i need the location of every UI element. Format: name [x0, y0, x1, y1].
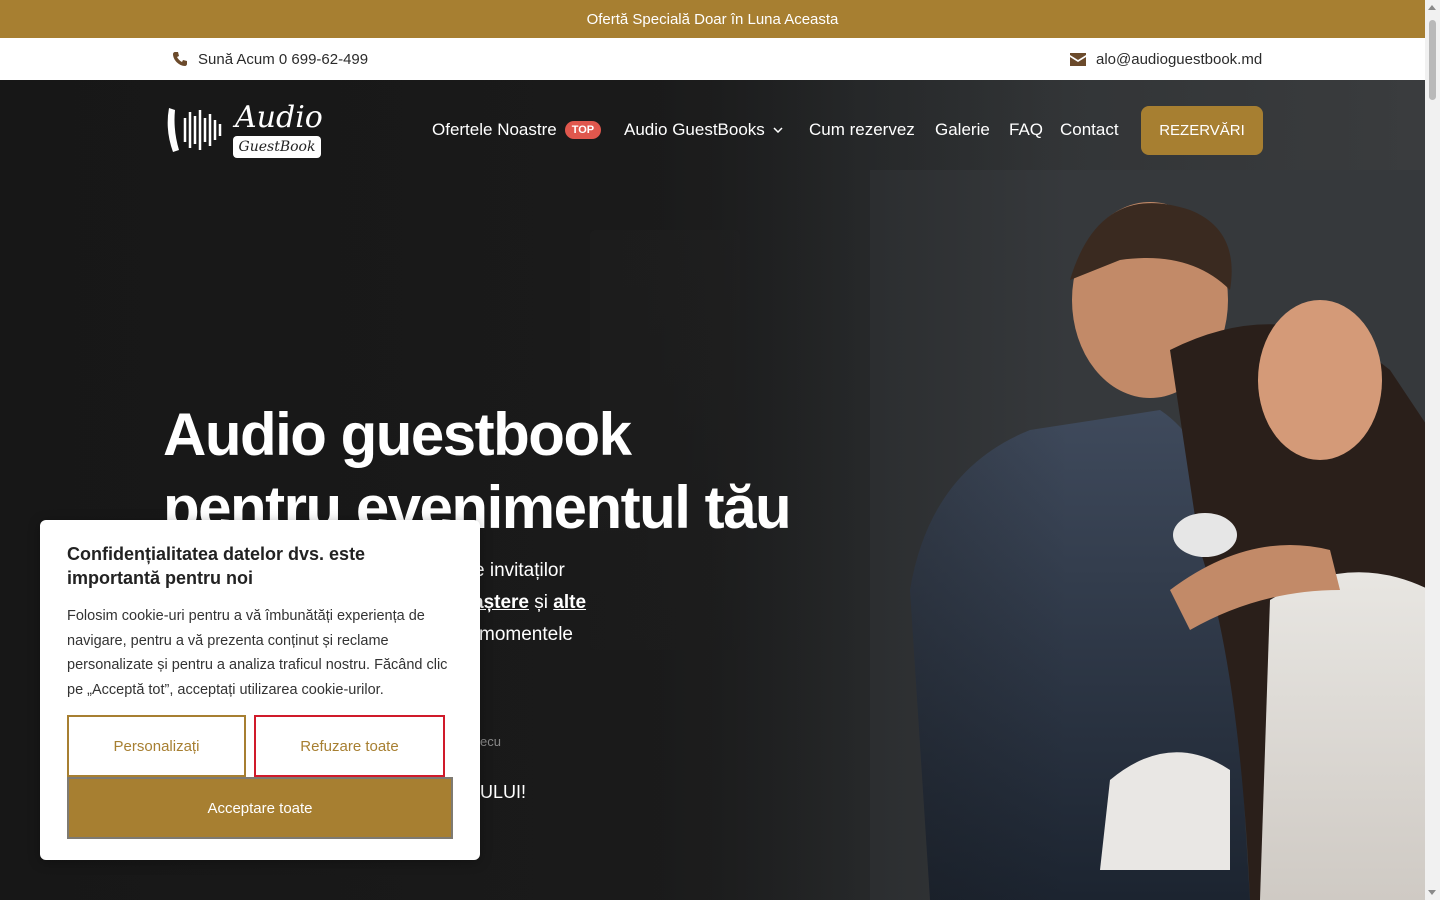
nav-item-audio-guestbooks[interactable]: Audio GuestBooks	[624, 120, 783, 140]
contact-bar: Sună Acum 0 699-62-499 alo@audioguestboo…	[0, 38, 1425, 80]
site-logo[interactable]: Audio GuestBook	[163, 100, 323, 160]
main-navbar: Audio GuestBook Ofertele Noastre TOP Aud…	[0, 80, 1425, 180]
nav-item-label: Audio GuestBooks	[624, 120, 765, 139]
cookie-body: Folosim cookie-uri pentru a vă îmbunătăț…	[67, 608, 448, 698]
phone-icon	[173, 52, 187, 66]
booking-button[interactable]: REZERVĂRI	[1141, 106, 1263, 155]
personalize-button[interactable]: Personalizați	[67, 715, 246, 777]
top-badge: TOP	[564, 121, 602, 139]
cookie-title: Confidențialitatea datelor dvs. este imp…	[67, 544, 366, 588]
phone-text: Sună Acum 0 699-62-499	[198, 50, 369, 68]
telephone-waveform-icon	[167, 108, 222, 152]
promo-text: Ofertă Specială Doar în Luna Aceasta	[586, 10, 839, 28]
nav-item-label: Galerie	[935, 120, 990, 139]
nav-item-gallery[interactable]: Galerie	[935, 120, 990, 140]
nav-item-faq[interactable]: FAQ	[1009, 120, 1043, 140]
cookie-consent-dialog: Confidențialitatea datelor dvs. este imp…	[40, 520, 480, 860]
email-text: alo@audioguestbook.md	[1096, 50, 1263, 68]
promo-bar: Ofertă Specială Doar în Luna Aceasta	[0, 0, 1425, 38]
hero-small-text: ecu	[480, 734, 501, 749]
page-scrollbar[interactable]	[1425, 0, 1440, 900]
reject-all-button[interactable]: Refuzare toate	[254, 715, 445, 777]
nav-item-label: FAQ	[1009, 120, 1044, 139]
nav-item-label: Ofertele Noastre	[432, 120, 557, 139]
email-link[interactable]: alo@audioguestbook.md	[1070, 38, 1262, 80]
scroll-thumb[interactable]	[1429, 20, 1436, 100]
hero-link-birth[interactable]: aștere	[473, 592, 529, 613]
accept-all-button[interactable]: Acceptare toate	[67, 777, 453, 839]
nav-item-label: Cum rezervez	[809, 120, 915, 139]
phone-link[interactable]: Sună Acum 0 699-62-499	[172, 38, 368, 80]
logo-wordmark: Audio	[235, 100, 323, 135]
nav-item-contact[interactable]: Contact	[1060, 120, 1119, 140]
hero-title-line-1: Audio guestbook	[163, 401, 632, 468]
chevron-down-icon	[773, 127, 783, 133]
envelope-icon	[1070, 52, 1086, 66]
scroll-up-arrow-icon[interactable]	[1428, 5, 1436, 10]
hero-text-and: și	[529, 592, 554, 613]
logo-subtitle: GuestBook	[233, 136, 321, 158]
nav-item-offers[interactable]: Ofertele Noastre TOP	[432, 120, 602, 140]
nav-item-how-to-book[interactable]: Cum rezervez	[809, 120, 915, 140]
nav-item-label: Contact	[1060, 120, 1119, 139]
scroll-down-arrow-icon[interactable]	[1428, 890, 1436, 895]
hero-link-other[interactable]: alte	[553, 592, 586, 613]
hero-end-text: ULUI!	[480, 782, 527, 802]
